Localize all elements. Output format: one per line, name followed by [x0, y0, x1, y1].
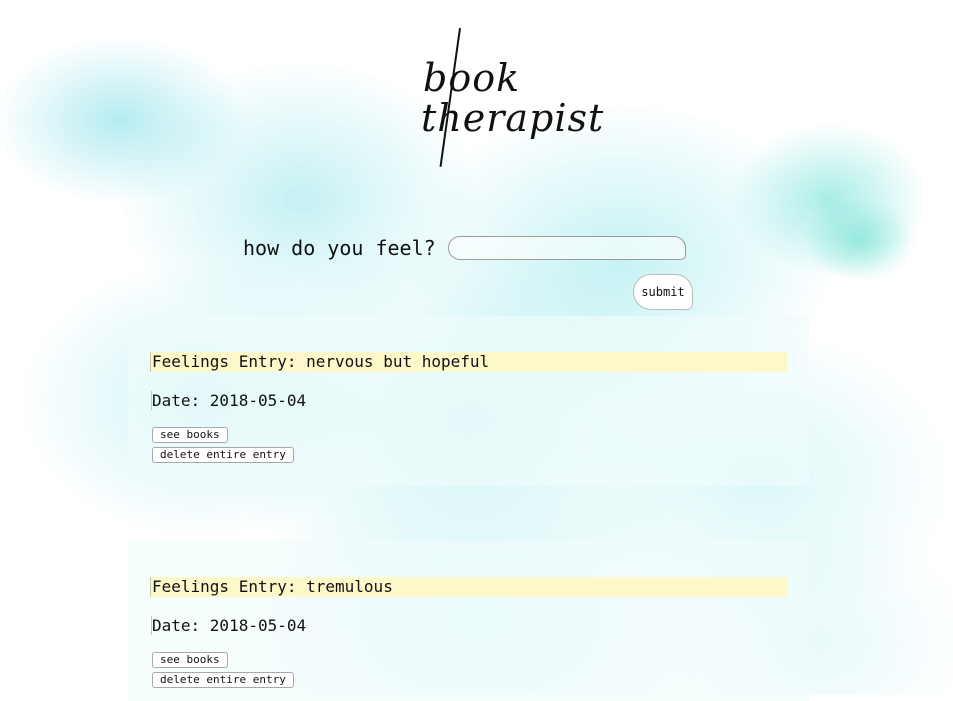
logo-word-therapist: therapist [421, 96, 605, 140]
entry-date: Date: 2018-05-04 [151, 391, 306, 410]
entry-date-prefix: Date: [152, 391, 210, 410]
submit-button[interactable]: submit [633, 274, 693, 310]
entry-date-prefix: Date: [152, 616, 210, 635]
entry-feeling: tremulous [306, 577, 393, 596]
logo-word-book: book [423, 56, 521, 100]
entry-title: Feelings Entry: tremulous [150, 577, 787, 597]
entry-title-prefix: Feelings Entry: [152, 352, 307, 371]
entry-date-value: 2018-05-04 [209, 391, 307, 410]
entry-feeling: nervous but hopeful [306, 352, 490, 371]
feelings-entry-card: Feelings Entry: nervous but hopeful Date… [128, 316, 809, 486]
feelings-entry-card: Feelings Entry: tremulous Date: 2018-05-… [128, 541, 809, 701]
feeling-form: how do you feel? [243, 236, 686, 260]
entry-title-prefix: Feelings Entry: [152, 577, 307, 596]
see-books-button[interactable]: see books [152, 652, 228, 668]
entry-date-value: 2018-05-04 [209, 616, 307, 635]
entry-date: Date: 2018-05-04 [151, 616, 306, 635]
book-therapist-logo: book therapist [415, 26, 605, 171]
feeling-input[interactable] [447, 236, 686, 260]
delete-entry-button[interactable]: delete entire entry [152, 672, 294, 688]
feeling-label: how do you feel? [243, 236, 436, 260]
entry-title: Feelings Entry: nervous but hopeful [150, 352, 787, 372]
delete-entry-button[interactable]: delete entire entry [152, 447, 294, 463]
see-books-button[interactable]: see books [152, 427, 228, 443]
